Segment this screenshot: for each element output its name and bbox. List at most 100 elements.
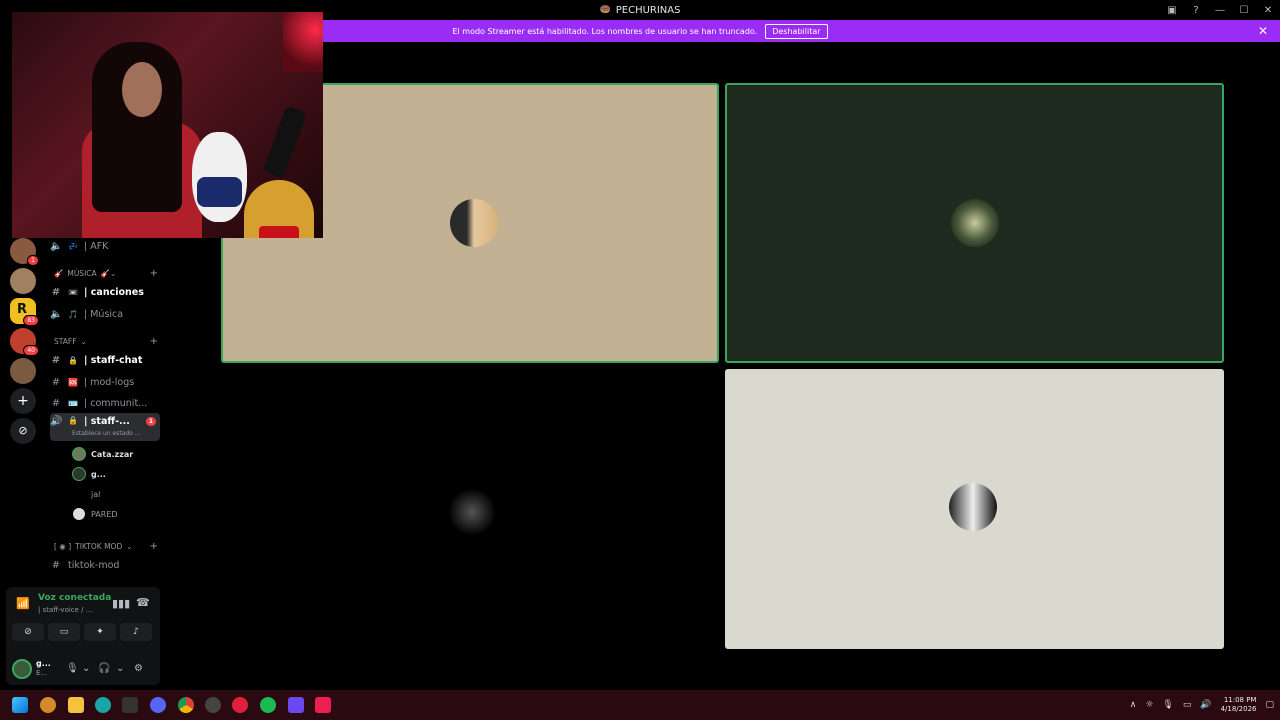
- unread-badge: 1: [145, 417, 156, 426]
- tool-icon[interactable]: [205, 697, 221, 713]
- voice-user[interactable]: Cata.zzar: [72, 446, 133, 462]
- server-icon-2[interactable]: [10, 268, 36, 294]
- add-channel-icon[interactable]: +: [150, 336, 158, 347]
- video-tile-4[interactable]: [725, 369, 1224, 649]
- date: 4/18/2026: [1220, 705, 1257, 713]
- maximize-button[interactable]: ☐: [1232, 5, 1256, 16]
- channel-label: | AFK: [84, 240, 109, 252]
- guitar-icon: 🎸⌄: [100, 269, 117, 278]
- voice-user[interactable]: g...: [72, 466, 106, 482]
- settings-gear-icon[interactable]: ⚙: [134, 663, 143, 674]
- avatar[interactable]: [12, 659, 32, 679]
- music-note-icon: 🎵: [68, 309, 78, 319]
- hash-icon: #: [51, 397, 61, 409]
- webcam-overlay: [12, 12, 323, 238]
- chrome-icon[interactable]: [178, 697, 194, 713]
- headphones-icon[interactable]: 🎧: [98, 663, 110, 674]
- microphone-icon[interactable]: 🎙: [1162, 700, 1173, 710]
- explore-icon[interactable]: ⊘: [10, 418, 36, 444]
- tiktok-icon[interactable]: [315, 697, 331, 713]
- voice-panel: 📶 Voz conectada | staff-voice / ... ▮▮▮ …: [6, 587, 160, 685]
- edge-icon[interactable]: [95, 697, 111, 713]
- activities-button[interactable]: ✦: [84, 623, 116, 641]
- window-title: 🍩 PECHURINAS: [600, 5, 681, 16]
- app-icon[interactable]: [40, 697, 56, 713]
- voice-channel[interactable]: | staff-voice / ...: [38, 606, 92, 614]
- window-controls: ▣ ? — ☐ ✕: [1160, 0, 1280, 20]
- channel-staff-chat[interactable]: # 🔒 | staff-chat: [50, 351, 160, 369]
- channel-label: | staff-...: [84, 416, 130, 427]
- chevron-down-icon[interactable]: ⌄: [116, 663, 124, 674]
- chevron-down-icon: ⌄: [80, 337, 87, 346]
- taskbar: ∧ ☼ 🎙 ▭ 🔊 11:08 PM 4/18/2026 ▢: [0, 690, 1280, 720]
- chevron-up-icon[interactable]: ∧: [1130, 700, 1137, 710]
- display-icon[interactable]: ▭: [1183, 700, 1192, 710]
- camera-off-button[interactable]: ⊘: [12, 623, 44, 641]
- server-icon-4[interactable]: 40: [10, 328, 39, 356]
- channel-label: | Música: [84, 308, 124, 320]
- channel-status[interactable]: Establece un estado ...: [72, 430, 140, 437]
- help-icon[interactable]: ?: [1184, 5, 1208, 16]
- signal-icon[interactable]: 📶: [16, 597, 30, 610]
- server-icon-5[interactable]: [10, 358, 36, 384]
- close-banner-icon[interactable]: ✕: [1258, 24, 1268, 38]
- windows-start-icon[interactable]: [12, 697, 28, 713]
- brightness-icon[interactable]: ☼: [1145, 700, 1153, 710]
- lock-icon: 🔒: [68, 355, 78, 365]
- streamer-mode-message: El modo Streamer está habilitado. Los no…: [452, 26, 758, 36]
- frog-bow: [259, 226, 299, 238]
- server-badge: 1: [27, 255, 39, 266]
- discord-icon[interactable]: [150, 697, 166, 713]
- video-tile-2[interactable]: [725, 83, 1224, 363]
- folder-icon[interactable]: [68, 697, 84, 713]
- channel-canciones[interactable]: # 📼 | canciones: [50, 283, 160, 301]
- record-icon[interactable]: [232, 697, 248, 713]
- avatar: [949, 483, 997, 531]
- add-server-icon[interactable]: +: [10, 388, 36, 414]
- category-musica[interactable]: 🎸 MÚSICA 🎸⌄ +: [54, 268, 158, 279]
- hash-icon: #: [51, 286, 61, 298]
- volume-icon[interactable]: 🔊: [1200, 700, 1211, 710]
- id-card-icon: 🪪: [68, 398, 78, 408]
- server-icon-3[interactable]: R 83: [10, 298, 39, 326]
- server-badge: 83: [23, 315, 39, 326]
- bracket-icon: [ ◉ ]: [54, 542, 72, 551]
- add-channel-icon[interactable]: +: [150, 268, 158, 279]
- channel-tiktok-mod[interactable]: # tiktok-mod: [50, 556, 160, 574]
- hash-icon: #: [51, 559, 61, 571]
- add-channel-icon[interactable]: +: [150, 541, 158, 552]
- voice-user[interactable]: PARED: [72, 506, 118, 522]
- category-tiktok-mod[interactable]: [ ◉ ] TIKTOK MOD ⌄ +: [54, 541, 158, 552]
- channel-afk[interactable]: 🔈 💤 | AFK: [50, 237, 160, 255]
- music-note-icon: 📼: [68, 287, 78, 297]
- microphone-stand: [262, 105, 308, 179]
- microphone-icon[interactable]: 🎙: [66, 663, 79, 674]
- server-icon-1[interactable]: 1: [10, 238, 39, 266]
- system-tray: ∧ ☼ 🎙 ▭ 🔊 11:08 PM 4/18/2026 ▢: [1130, 690, 1280, 720]
- channel-label: tiktok-mod: [68, 559, 120, 571]
- noise-suppression-icon[interactable]: ▮▮▮: [112, 597, 130, 610]
- spotify-icon[interactable]: [260, 697, 276, 713]
- disconnect-icon[interactable]: ☎: [136, 596, 150, 609]
- voice-user[interactable]: jal: [72, 486, 100, 502]
- soundboard-button[interactable]: ♪: [120, 623, 152, 641]
- grid-app-icon[interactable]: [288, 697, 304, 713]
- clock[interactable]: 11:08 PM 4/18/2026: [1221, 696, 1257, 714]
- inbox-icon[interactable]: ▣: [1160, 5, 1184, 16]
- chevron-down-icon[interactable]: ⌄: [82, 663, 90, 674]
- category-staff[interactable]: STAFF ⌄ +: [54, 336, 158, 347]
- channel-musica[interactable]: 🔈 🎵 | Música: [50, 305, 160, 323]
- channel-communit[interactable]: # 🪪 | communit...: [50, 394, 160, 412]
- screen-share-button[interactable]: ▭: [48, 623, 80, 641]
- close-window-button[interactable]: ✕: [1256, 5, 1280, 16]
- channel-mod-logs[interactable]: # 🆘 | mod-logs: [50, 373, 160, 391]
- notification-icon[interactable]: ▢: [1265, 700, 1274, 710]
- user-status: E...: [36, 669, 48, 677]
- terminal-icon[interactable]: [122, 697, 138, 713]
- category-label: STAFF: [54, 337, 77, 346]
- channel-staff-voice[interactable]: 🔊 🔒 | staff-... 1 Establece un estado ..…: [50, 413, 160, 441]
- video-tile-3[interactable]: [221, 369, 719, 649]
- disable-streamer-button[interactable]: Deshabilitar: [765, 23, 828, 39]
- user-name: g...: [36, 659, 51, 668]
- minimize-button[interactable]: —: [1208, 5, 1232, 16]
